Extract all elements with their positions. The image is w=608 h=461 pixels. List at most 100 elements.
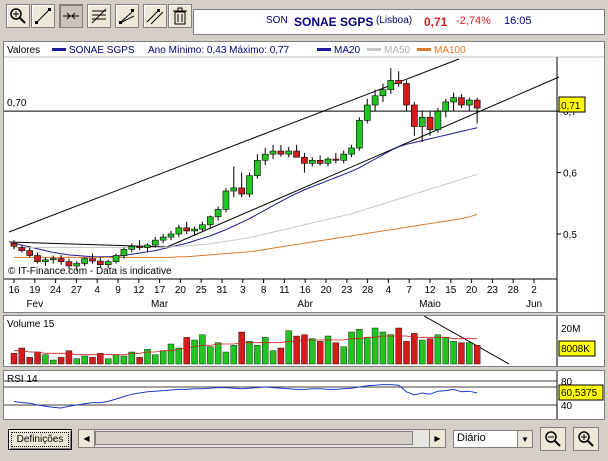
candle [473, 97, 481, 124]
candle [442, 98, 450, 118]
x-tick-label: 19 [29, 285, 41, 296]
scroll-left-button[interactable]: ◀ [79, 430, 95, 447]
volume-bar [356, 329, 363, 365]
volume-bar [104, 358, 112, 365]
x-tick-label: 8 [261, 285, 267, 296]
volume-bar [112, 354, 120, 365]
volume-chart[interactable]: Volume 15 20M 8008K [4, 316, 604, 366]
candle [465, 97, 473, 112]
x-tick-label: 16 [300, 285, 312, 296]
parallel-line-tool-button[interactable] [143, 4, 167, 28]
volume-bar [403, 341, 410, 365]
zoom-out-button[interactable] [540, 427, 566, 451]
chevron-down-icon[interactable]: ▼ [517, 431, 532, 447]
candle [214, 206, 222, 221]
candle [26, 247, 34, 258]
trend-line-lower[interactable] [166, 76, 560, 248]
candle [222, 187, 230, 213]
candle [238, 172, 245, 198]
month-label: Fev [26, 299, 43, 310]
candle-body [73, 263, 81, 267]
candle-body [371, 95, 379, 106]
delete-tool-button[interactable] [168, 4, 192, 28]
month-label: Abr [297, 299, 313, 310]
ma-line-ma20 [13, 127, 478, 258]
candle-body [175, 227, 183, 235]
candle-body [230, 187, 238, 192]
price-change: -2,74% [456, 15, 491, 27]
candle [458, 93, 465, 109]
scroll-right-button[interactable]: ▶ [429, 430, 445, 447]
x-tick-label: 16 [8, 285, 20, 296]
zoom-tool-button[interactable] [6, 4, 30, 28]
rsi-panel: RSI 14 80 40 60,5375 [3, 370, 605, 420]
ma50-legend: MA50 [384, 45, 411, 56]
fibonacci-tool-button[interactable] [87, 4, 111, 28]
volume-bar [371, 327, 379, 365]
price-chart[interactable]: Valores SONAE SGPS Ano Mínimo: 0,43 Máxi… [4, 42, 604, 312]
ma-line-ma50 [14, 173, 478, 249]
horizontal-line-tool-button[interactable] [59, 4, 83, 28]
candle-body [144, 244, 151, 248]
zoom-in-icon [578, 431, 594, 447]
draw-line-tool-button[interactable] [31, 4, 55, 28]
x-tick-label: 4 [94, 285, 100, 296]
volume-bar [26, 357, 33, 365]
x-tick-label: 11 [279, 285, 290, 296]
x-tick-label: 9 [115, 285, 121, 296]
parallel-lines-icon [146, 9, 164, 25]
fan-tool-button[interactable] [115, 4, 139, 28]
candle-body [97, 260, 104, 266]
candle [183, 221, 190, 234]
candle-body [261, 153, 269, 161]
volume-bar [473, 345, 481, 365]
candle [269, 144, 277, 160]
candle [206, 215, 214, 228]
candle-body [418, 116, 426, 127]
month-label: Jun [526, 299, 542, 310]
volume-bar [214, 342, 222, 365]
volume-bar [293, 335, 300, 365]
volume-bar [269, 350, 277, 365]
series-swatch [52, 48, 66, 51]
candle [316, 155, 324, 166]
candle-body [269, 150, 277, 155]
volume-bar [159, 350, 167, 365]
rsi-chart[interactable]: RSI 14 80 40 60,5375 [4, 371, 604, 419]
candle [348, 144, 355, 158]
x-tick-label: 2 [531, 285, 537, 296]
candle-body [167, 233, 175, 238]
quote-time: 16:05 [504, 15, 532, 27]
volume-bar [316, 341, 324, 365]
candle [254, 154, 261, 179]
candle-body [206, 216, 214, 226]
candle-body [57, 258, 65, 262]
horizontal-line-icon [63, 12, 79, 20]
x-tick-label: 20 [466, 285, 478, 296]
ma20-legend: MA20 [334, 45, 361, 56]
candle-body [81, 258, 88, 264]
month-label: Maio [419, 299, 441, 310]
x-tick-label: 25 [196, 285, 208, 296]
candle-body [49, 258, 57, 261]
volume-bar [73, 358, 81, 365]
y-tick-label: 0,5 [563, 230, 577, 241]
time-scrollbar[interactable]: ◀ ▶ [78, 429, 446, 448]
candle-body [112, 255, 120, 262]
candle-body [363, 104, 371, 121]
volume-bar [364, 337, 371, 365]
period-select[interactable]: Diário ▼ [453, 430, 533, 448]
candle-body [301, 156, 308, 164]
candle [159, 234, 167, 244]
candle-body [316, 159, 324, 164]
candle-body [199, 224, 206, 230]
trend-line-lower-left[interactable] [8, 241, 168, 248]
x-tick-label: 23 [487, 285, 499, 296]
zoom-in-button[interactable] [573, 427, 599, 451]
scroll-thumb[interactable] [95, 431, 413, 445]
settings-button[interactable]: Definições [8, 429, 72, 450]
candle [450, 92, 457, 112]
candle [175, 224, 183, 238]
candle [301, 152, 308, 173]
ma20-swatch [317, 48, 331, 51]
